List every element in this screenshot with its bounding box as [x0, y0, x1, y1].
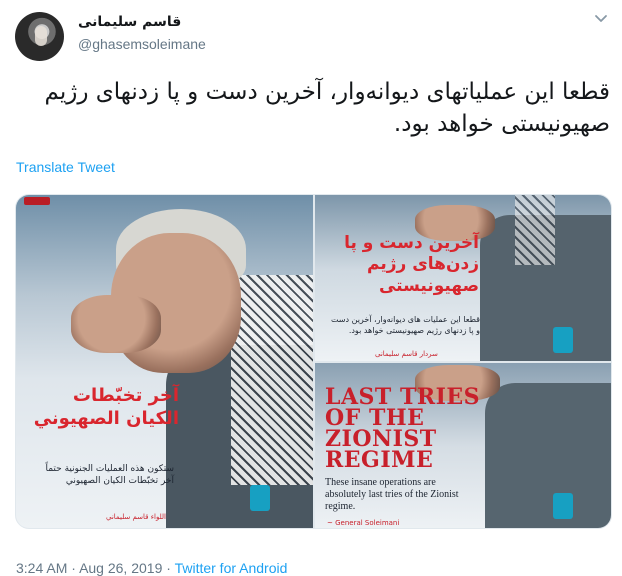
meta-separator: · [71, 560, 76, 576]
translate-tweet-link[interactable]: Translate Tweet [16, 159, 115, 175]
media-image-left[interactable]: آخر تخبّطات الكيان الصهيوني ستكون هذه ال… [16, 195, 313, 528]
poster-scarf [515, 195, 555, 265]
poster-badge [553, 327, 573, 353]
poster-scarf [231, 275, 313, 485]
author-name[interactable]: قاسم سلیمانی [78, 14, 181, 30]
poster-logo [24, 197, 50, 205]
avatar[interactable] [15, 12, 64, 61]
poster-left-subtitle: ستكون هذه العمليات الجنونية حتماً آخر تخ… [45, 464, 174, 487]
media-image-top-right[interactable]: آخرین دست و پا زدن‌های رژیم صهیونیستی قط… [315, 195, 611, 361]
poster-br-subtitle: These insane operations are absolutely l… [325, 477, 459, 512]
poster-left-title: آخر تخبّطات الكيان الصهيوني [33, 385, 179, 429]
poster-left-signature: اللواء قاسم سليماني [106, 513, 166, 521]
tweet-time[interactable]: 3:24 AM [16, 560, 67, 576]
poster-badge [553, 493, 573, 519]
tweet: قاسم سلیمانی @ghasemsoleimane قطعا این ع… [0, 0, 622, 576]
meta-separator: · [166, 560, 171, 576]
tweet-meta: 3:24 AM · Aug 26, 2019 · Twitter for And… [16, 560, 287, 576]
poster-tr-title: آخرین دست و پا زدن‌های رژیم صهیونیستی [344, 233, 479, 296]
tweet-date[interactable]: Aug 26, 2019 [79, 560, 162, 576]
poster-tr-subtitle: قطعا این عملیات های دیوانه‌وار، آخرین دس… [330, 315, 480, 335]
tweet-text: قطعا این عملیاتهای دیوانه‌وار، آخرین دست… [44, 79, 610, 137]
poster-badge [250, 485, 270, 511]
poster-br-signature: ~ General Soleimani [327, 519, 400, 527]
poster-tr-signature: سردار قاسم سلیمانی [375, 350, 438, 358]
poster-figure [485, 383, 611, 528]
author-handle[interactable]: @ghasemsoleimane [78, 36, 206, 52]
poster-br-title: LAST TRIES OF THE ZIONIST REGIME [325, 384, 481, 473]
media-grid: آخر تخبّطات الكيان الصهيوني ستكون هذه ال… [15, 194, 612, 529]
chevron-down-icon[interactable] [594, 14, 608, 24]
poster-hand [71, 295, 161, 353]
tweet-source-link[interactable]: Twitter for Android [175, 560, 288, 576]
media-image-bottom-right[interactable]: LAST TRIES OF THE ZIONIST REGIME These i… [315, 363, 611, 528]
